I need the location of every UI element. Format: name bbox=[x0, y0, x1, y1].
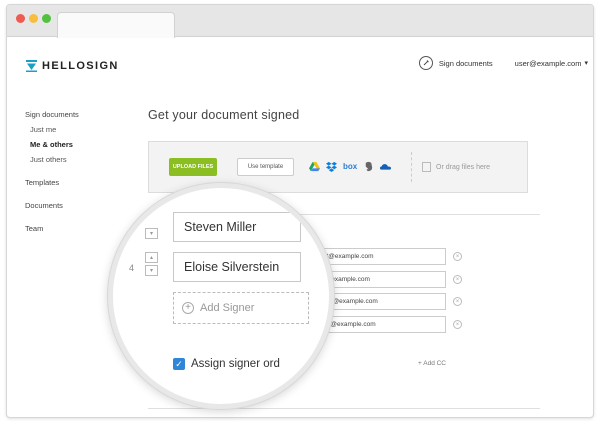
user-menu[interactable]: user@example.com ▾ bbox=[515, 59, 588, 68]
page-title: Get your document signed bbox=[148, 108, 300, 122]
sign-documents-label: Sign documents bbox=[438, 58, 493, 68]
google-drive-icon[interactable] bbox=[309, 161, 320, 172]
pen-icon bbox=[418, 56, 433, 70]
file-icon bbox=[422, 162, 431, 172]
onedrive-icon[interactable] bbox=[380, 161, 392, 172]
sidebar-item-templates[interactable]: Templates bbox=[25, 178, 79, 187]
move-up-icon[interactable]: ▴ bbox=[145, 252, 158, 263]
move-down-icon[interactable]: ▾ bbox=[145, 265, 158, 276]
magnifier-lens: ▾ Steven Miller 4 ▴ ▾ Eloise Silverstein… bbox=[108, 183, 334, 409]
plus-icon: + bbox=[182, 302, 194, 314]
add-signer-label: Add Signer bbox=[200, 302, 255, 314]
signer-order-arrows: ▴ ▾ bbox=[145, 252, 158, 276]
user-email: user@example.com bbox=[514, 58, 582, 68]
logo-mark-icon bbox=[26, 60, 37, 72]
logo-text: HELLOSIGN bbox=[42, 60, 119, 72]
sidebar-item-sign-documents[interactable]: Sign documents bbox=[25, 110, 79, 119]
sidebar: Sign documents Just me Me & others Just … bbox=[25, 110, 79, 241]
assign-signer-order-label: Assign signer ord bbox=[191, 358, 280, 370]
sidebar-subitem-me-and-others[interactable]: Me & others bbox=[30, 140, 79, 149]
browser-tab[interactable] bbox=[57, 12, 175, 38]
add-cc-link[interactable]: + Add CC bbox=[418, 360, 446, 367]
dropbox-icon[interactable] bbox=[326, 161, 337, 172]
sign-documents-link[interactable]: Sign documents bbox=[418, 56, 493, 70]
hellosign-logo[interactable]: HELLOSIGN bbox=[26, 60, 119, 72]
top-nav: Sign documents user@example.com ▾ bbox=[418, 56, 588, 70]
remove-signer-icon[interactable]: × bbox=[453, 252, 462, 261]
browser-chrome bbox=[7, 5, 593, 38]
use-template-button[interactable]: Use template bbox=[237, 158, 294, 176]
signer-name-field[interactable]: Eloise Silverstein bbox=[173, 252, 301, 282]
box-icon[interactable]: box bbox=[343, 162, 357, 171]
move-down-icon[interactable]: ▾ bbox=[145, 228, 158, 239]
sidebar-subitem-just-others[interactable]: Just others bbox=[30, 155, 79, 164]
signer-order-number: 4 bbox=[129, 263, 135, 273]
signer-order-arrows: ▾ bbox=[145, 228, 158, 239]
maximize-window-button[interactable] bbox=[42, 14, 51, 23]
sidebar-subitem-just-me[interactable]: Just me bbox=[30, 125, 79, 134]
assign-signer-order-option[interactable]: ✓ Assign signer ord bbox=[173, 358, 280, 370]
upload-files-button[interactable]: UPLOAD FILES bbox=[169, 158, 217, 176]
sidebar-item-documents[interactable]: Documents bbox=[25, 201, 79, 210]
remove-signer-icon[interactable]: × bbox=[453, 320, 462, 329]
remove-signer-icon[interactable]: × bbox=[453, 297, 462, 306]
add-signer-button[interactable]: + Add Signer bbox=[173, 292, 309, 324]
evernote-icon[interactable] bbox=[363, 161, 374, 172]
minimize-window-button[interactable] bbox=[29, 14, 38, 23]
drag-files-text: Or drag files here bbox=[436, 163, 491, 171]
chevron-down-icon: ▾ bbox=[584, 60, 588, 67]
remove-signer-icon[interactable]: × bbox=[453, 275, 462, 284]
close-window-button[interactable] bbox=[16, 14, 25, 23]
drag-drop-area[interactable]: Or drag files here bbox=[411, 152, 490, 182]
sidebar-item-team[interactable]: Team bbox=[25, 224, 79, 233]
cloud-providers: box bbox=[309, 161, 392, 172]
signer-name-field[interactable]: Steven Miller bbox=[173, 212, 301, 242]
checkbox-checked-icon[interactable]: ✓ bbox=[173, 358, 185, 370]
